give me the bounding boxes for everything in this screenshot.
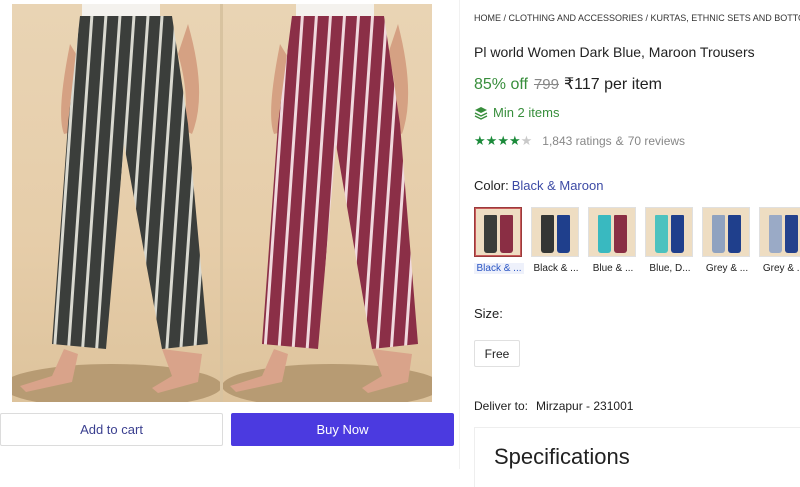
specifications-title: Specifications bbox=[494, 444, 630, 469]
swatch-thumbnail[interactable] bbox=[588, 207, 636, 257]
size-option-free[interactable]: Free bbox=[474, 340, 520, 367]
swatch-thumbnail[interactable] bbox=[759, 207, 800, 257]
original-price: 799 bbox=[533, 76, 559, 93]
delivery-location[interactable]: Mirzapur - 231001 bbox=[536, 399, 633, 413]
size-label: Size: bbox=[474, 306, 503, 321]
swatch-thumbnail[interactable] bbox=[474, 207, 522, 257]
color-swatch[interactable]: Grey & ... bbox=[759, 207, 800, 274]
swatch-trouser bbox=[556, 215, 570, 253]
discount-percent: 85% off bbox=[474, 76, 528, 93]
swatch-trouser bbox=[670, 215, 684, 253]
star-icon: ★ bbox=[497, 133, 509, 148]
swatch-label: Grey & ... bbox=[705, 263, 749, 274]
rating-row[interactable]: ★ ★ ★ ★ ★ 1,843 ratings & 70 reviews bbox=[474, 134, 686, 149]
swatch-label: Black & ... bbox=[533, 263, 579, 274]
swatch-label: Black & ... bbox=[474, 263, 524, 274]
product-image[interactable] bbox=[12, 4, 432, 402]
swatch-thumbnail[interactable] bbox=[531, 207, 579, 257]
buy-now-button[interactable]: Buy Now bbox=[231, 413, 454, 446]
color-swatch[interactable]: Blue, D... bbox=[645, 207, 695, 274]
color-swatch[interactable]: Blue & ... bbox=[588, 207, 638, 274]
current-price: ₹117 per item bbox=[564, 76, 662, 93]
swatch-thumbnail[interactable] bbox=[702, 207, 750, 257]
color-swatches: Black & ... Black & ... Blue & ... Blue, D.… bbox=[474, 207, 800, 287]
swatch-trouser bbox=[711, 215, 725, 253]
panel-divider bbox=[459, 0, 460, 469]
reviews-count: 70 reviews bbox=[627, 134, 686, 148]
swatch-trouser bbox=[768, 215, 782, 253]
swatch-trouser bbox=[597, 215, 611, 253]
color-swatch[interactable]: Black & ... bbox=[531, 207, 581, 274]
deliver-to-label: Deliver to: bbox=[474, 399, 529, 413]
swatch-label: Grey & ... bbox=[762, 263, 800, 274]
rating-separator: & bbox=[615, 134, 624, 148]
swatch-trouser bbox=[613, 215, 627, 253]
add-to-cart-button[interactable]: Add to cart bbox=[0, 413, 223, 446]
minimum-quantity: Min 2 items bbox=[474, 105, 559, 120]
breadcrumb[interactable]: HOME / CLOTHING AND ACCESSORIES / KURTAS… bbox=[474, 13, 800, 23]
layers-icon bbox=[474, 106, 488, 120]
ratings-count: 1,843 ratings bbox=[542, 134, 612, 148]
color-swatch[interactable]: Grey & ... bbox=[702, 207, 752, 274]
star-icon: ★ bbox=[520, 133, 533, 148]
product-title: Pl world Women Dark Blue, Maroon Trouser… bbox=[474, 44, 755, 60]
color-swatch[interactable]: Black & ... bbox=[474, 207, 524, 274]
min-qty-label: Min 2 items bbox=[493, 105, 560, 120]
star-rating: ★ ★ ★ ★ ★ bbox=[474, 134, 532, 148]
price-row: 85% off 799 ₹117 per item bbox=[474, 74, 662, 94]
swatch-trouser bbox=[483, 215, 497, 253]
color-selector-label: Color: Black & Maroon bbox=[474, 178, 603, 193]
swatch-trouser bbox=[499, 215, 513, 253]
selected-color: Black & Maroon bbox=[511, 178, 604, 193]
star-icon: ★ bbox=[474, 133, 486, 148]
swatch-trouser bbox=[784, 215, 798, 253]
swatch-label: Blue, D... bbox=[649, 263, 691, 274]
star-icon: ★ bbox=[508, 133, 521, 148]
swatch-thumbnail[interactable] bbox=[645, 207, 693, 257]
swatch-label: Blue & ... bbox=[592, 263, 634, 274]
delivery-info: Deliver to: Mirzapur - 231001 bbox=[474, 399, 633, 413]
swatch-trouser bbox=[654, 215, 668, 253]
star-icon: ★ bbox=[485, 133, 498, 148]
swatch-trouser bbox=[727, 215, 741, 253]
color-label: Color: bbox=[474, 178, 509, 193]
swatch-trouser bbox=[540, 215, 554, 253]
